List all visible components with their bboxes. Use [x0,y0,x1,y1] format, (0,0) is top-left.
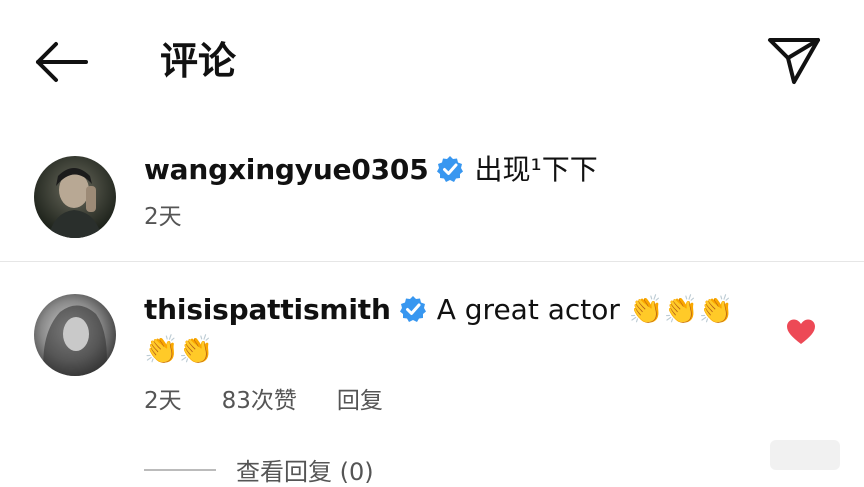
send-paper-plane-icon [768,38,820,84]
profile-photo-dark [34,156,116,238]
arrow-left-icon [36,42,88,82]
profile-photo-grayscale [34,294,116,376]
heart-icon [787,319,815,344]
reply-button[interactable]: 回复 [337,384,383,418]
header-bar: 评论 [0,0,864,120]
verified-badge-icon [437,156,464,182]
like-button[interactable] [786,318,816,346]
comment-text: A great actor [436,293,620,326]
avatar[interactable] [34,156,116,238]
comment-username[interactable]: wangxingyue0305 [144,153,429,186]
back-button[interactable] [30,38,90,86]
divider [0,261,864,262]
clapping-hands-icon: 👏👏👏 [628,293,734,326]
share-button[interactable] [764,34,824,86]
page-title: 评论 [160,39,237,83]
clapping-hands-icon: 👏👏 [144,333,214,366]
verified-badge-icon [399,296,426,322]
comment-time: 2天 [144,204,182,230]
avatar[interactable] [34,294,116,376]
replies-divider-line [144,468,216,471]
comment-username[interactable]: thisispattismith [144,293,391,326]
like-count[interactable]: 83次赞 [222,384,297,418]
watermark [770,440,840,470]
view-replies-link[interactable]: 查看回复 (0) [144,452,374,486]
comment-item: thisispattismith A great actor 👏👏👏 👏👏 2天… [0,290,864,430]
comment-item: wangxingyue0305 出现¹下下 2天 [0,150,864,250]
comment-time: 2天 [144,388,182,414]
comment-text: 出现¹下下 [474,153,598,186]
view-replies-label: 查看回复 (0) [236,458,374,486]
